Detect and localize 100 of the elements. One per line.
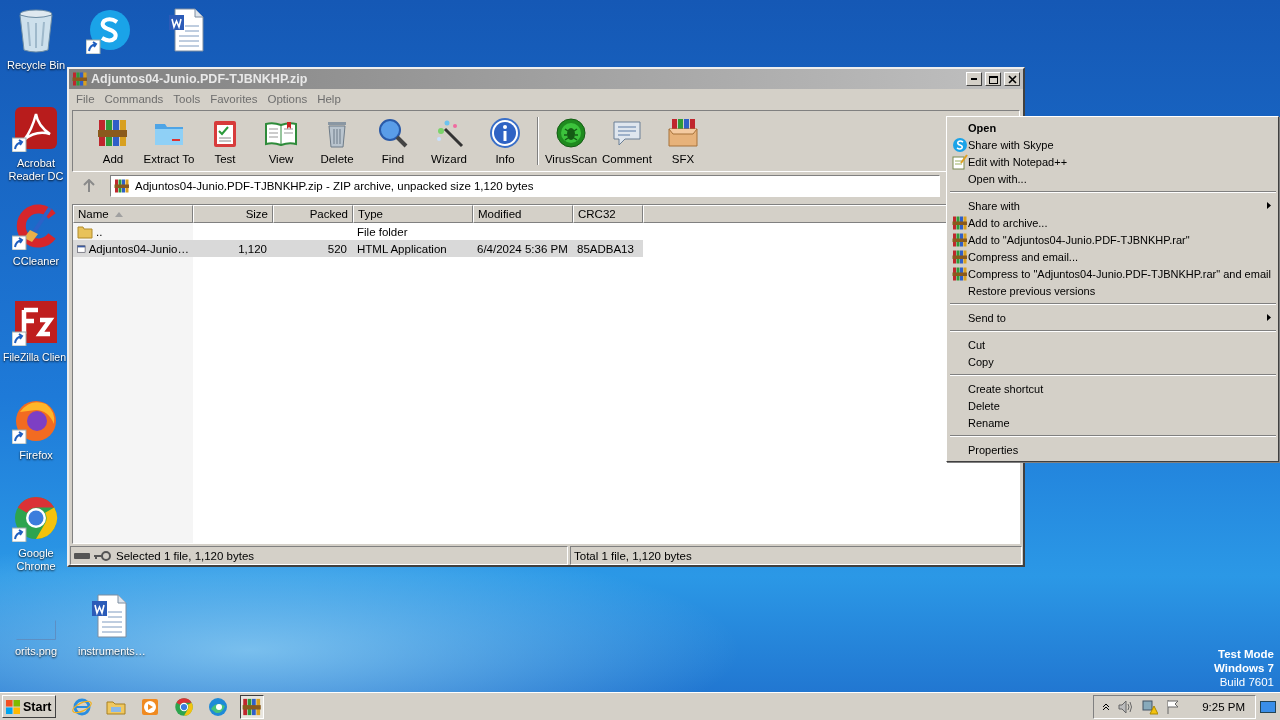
table-cell: 6/4/2024 5:36 PM <box>477 242 568 255</box>
table-cell: 520 <box>327 242 347 255</box>
menu-item[interactable]: Open <box>949 119 1277 136</box>
table-cell: .. <box>96 225 103 238</box>
submenu-arrow-icon <box>1267 202 1271 209</box>
watermark-text: Windows 7 <box>1214 661 1274 675</box>
menu-item[interactable]: Rename <box>949 414 1277 431</box>
skype-icon <box>952 137 968 153</box>
watermark-text: Build 7601 <box>1219 675 1274 689</box>
archive-icon <box>114 178 130 194</box>
books-icon <box>97 117 129 149</box>
flag-icon <box>1166 698 1181 715</box>
address-text: Adjuntos04-Junio.PDF-TJBNKHP.zip - ZIP archive, unpacked size 1,120 bytes <box>135 180 534 192</box>
column-header[interactable]: Type <box>353 205 473 223</box>
close-button[interactable] <box>1004 72 1020 86</box>
menu-item[interactable]: Compress to "Adjuntos04-Junio.PDF-TJBNKHP.rar" and email <box>949 265 1277 282</box>
menu-item[interactable]: Add to "Adjuntos04-Junio.PDF-TJBNKHP.rar" <box>949 231 1277 248</box>
media-player-icon <box>140 696 161 717</box>
archive-icon <box>242 696 263 717</box>
archive-icon <box>952 215 968 231</box>
table-cell: 85ADBA13 <box>577 242 634 255</box>
clock[interactable]: 9:25 PM <box>1202 700 1245 713</box>
toolbar-button[interactable]: Info <box>477 112 533 170</box>
toolbar-button[interactable]: VirusScan <box>543 112 599 170</box>
menu-item[interactable]: Options <box>262 92 313 105</box>
menu-item[interactable]: Copy <box>949 353 1277 370</box>
minimize-button[interactable] <box>966 72 982 86</box>
windows-logo-icon <box>5 698 21 715</box>
desktop-icon-label[interactable]: FileZilla Clien <box>3 351 66 364</box>
key-icon <box>94 550 112 561</box>
window-title: Adjuntos04-Junio.PDF-TJBNKHP.zip <box>91 72 309 86</box>
menu-item[interactable]: Restore previous versions <box>949 282 1277 299</box>
column-header[interactable]: Size <box>193 205 273 223</box>
address-bar[interactable]: Adjuntos04-Junio.PDF-TJBNKHP.zip - ZIP archive, unpacked size 1,120 bytes <box>110 175 940 197</box>
archive-icon <box>952 266 968 282</box>
toolbar-button[interactable]: Add <box>85 112 141 170</box>
search-icon <box>377 117 409 149</box>
archive-icon <box>952 232 968 248</box>
taskbar-button[interactable] <box>240 694 265 719</box>
toolbar-button[interactable]: Delete <box>309 112 365 170</box>
minimize-icon <box>971 78 977 80</box>
internet-explorer-icon <box>72 696 93 717</box>
menu-item[interactable]: Add to archive... <box>949 214 1277 231</box>
menu-item[interactable]: Cut <box>949 336 1277 353</box>
desktop-icon-label[interactable]: Recycle Bin <box>6 59 66 72</box>
menu-item[interactable]: Open with... <box>949 170 1277 187</box>
arrow-up-icon <box>83 179 95 193</box>
image-icon <box>16 620 56 640</box>
speaker-icon <box>1118 699 1135 714</box>
toolbar-button[interactable]: Wizard <box>421 112 477 170</box>
toolbar-button[interactable]: SFX <box>655 112 711 170</box>
maximize-icon <box>987 74 999 84</box>
column-header[interactable]: Packed <box>273 205 353 223</box>
maximize-button[interactable] <box>985 72 1001 86</box>
chevron-up-icon <box>1102 702 1111 711</box>
close-icon <box>1006 74 1018 84</box>
toolbar-button[interactable]: Test <box>197 112 253 170</box>
menu-item[interactable]: Send to <box>949 309 1277 326</box>
column-header[interactable]: Name <box>73 205 193 223</box>
file-row[interactable]: .. File folder <box>73 223 643 240</box>
bug-icon <box>555 117 587 149</box>
toolbar-button[interactable]: View <box>253 112 309 170</box>
toolbar-button[interactable]: Extract To <box>141 112 197 170</box>
menu-item[interactable]: Delete <box>949 397 1277 414</box>
archive-icon <box>952 249 968 265</box>
file-row[interactable]: Adjuntos04-Junio… 1,120 520 HTML Application 6/4/2024 5:36 PM 85ADBA13 <box>73 240 643 257</box>
table-cell: HTML Application <box>357 242 447 255</box>
submenu-arrow-icon <box>1267 314 1271 321</box>
menu-item[interactable]: Properties <box>949 441 1277 458</box>
menu-item[interactable]: Compress and email... <box>949 248 1277 265</box>
menu-item[interactable]: Favorites <box>205 92 263 105</box>
column-header[interactable]: CRC32 <box>573 205 643 223</box>
desktop-icon-label[interactable]: Acrobat Reader DC <box>4 157 68 183</box>
status-text: Total 1 file, 1,120 bytes <box>574 549 692 562</box>
monitor-icon <box>1260 700 1276 713</box>
menu-item[interactable]: Edit with Notepad++ <box>949 153 1277 170</box>
watermark-text: Test Mode <box>1218 647 1274 661</box>
archive-icon <box>72 71 88 87</box>
menu-item[interactable]: Share with Skype <box>949 136 1277 153</box>
box-icon <box>667 117 699 149</box>
menu-item[interactable]: Tools <box>168 92 206 105</box>
desktop-icon-label[interactable]: Firefox <box>19 449 53 462</box>
toolbar-button[interactable]: Comment <box>599 112 655 170</box>
column-header[interactable]: Modified <box>473 205 573 223</box>
toolbar-button[interactable]: Find <box>365 112 421 170</box>
menu-item[interactable]: Create shortcut <box>949 380 1277 397</box>
drive-icon <box>74 551 90 560</box>
chrome-icon <box>174 696 195 717</box>
desktop-icon-label[interactable]: CCleaner <box>12 255 60 268</box>
notepad-icon <box>952 154 968 170</box>
info-icon <box>489 117 521 149</box>
table-cell: Adjuntos04-Junio… <box>88 242 189 255</box>
menu-item[interactable]: Share with <box>949 197 1277 214</box>
folder-icon <box>77 223 93 240</box>
status-text: Selected 1 file, 1,120 bytes <box>116 549 255 562</box>
menu-item[interactable]: Commands <box>99 92 169 105</box>
table-cell: 1,120 <box>238 242 267 255</box>
start-button[interactable]: Start <box>2 695 57 718</box>
network-warning-icon <box>1142 698 1159 715</box>
table-cell: File folder <box>357 225 408 238</box>
